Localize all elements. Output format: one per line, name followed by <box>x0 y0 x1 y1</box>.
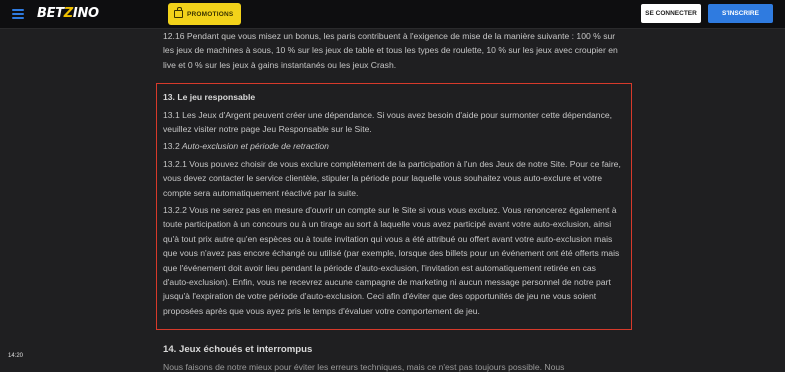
paragraph-13-2-1: 13.2.1 Vous pouvez choisir de vous exclu… <box>163 159 621 198</box>
hamburger-menu-icon[interactable] <box>12 9 24 19</box>
paragraph-13-1: 13.1 Les Jeux d'Argent peuvent créer une… <box>163 110 613 135</box>
top-navigation-bar: BETZINO PROMOTIONS SE CONNECTER S'INSCRI… <box>0 0 785 29</box>
brand-logo[interactable]: BETZINO <box>37 6 99 21</box>
section-14-heading: 14. Jeux échoués et interrompus <box>163 344 313 355</box>
paragraph-13-2-2: 13.2.2 Vous ne serez pas en mesure d'ouv… <box>163 205 620 316</box>
signup-button[interactable]: S'INSCRIRE <box>708 4 773 23</box>
paragraph-14-partial: Nous faisons de notre mieux pour éviter … <box>163 362 565 372</box>
subsection-13-2-heading: 13.2 Auto-exclusion et période de retrac… <box>163 141 329 151</box>
promotions-button[interactable]: PROMOTIONS <box>168 3 241 25</box>
gift-icon <box>174 7 183 18</box>
promotions-label: PROMOTIONS <box>187 10 234 18</box>
paragraph-12-16: 12.16 Pendant que vous misez un bonus, l… <box>163 31 618 70</box>
login-button[interactable]: SE CONNECTER <box>641 4 701 23</box>
section-13-heading: 13. Le jeu responsable <box>163 92 256 102</box>
time-display: 14:20 <box>8 353 24 359</box>
